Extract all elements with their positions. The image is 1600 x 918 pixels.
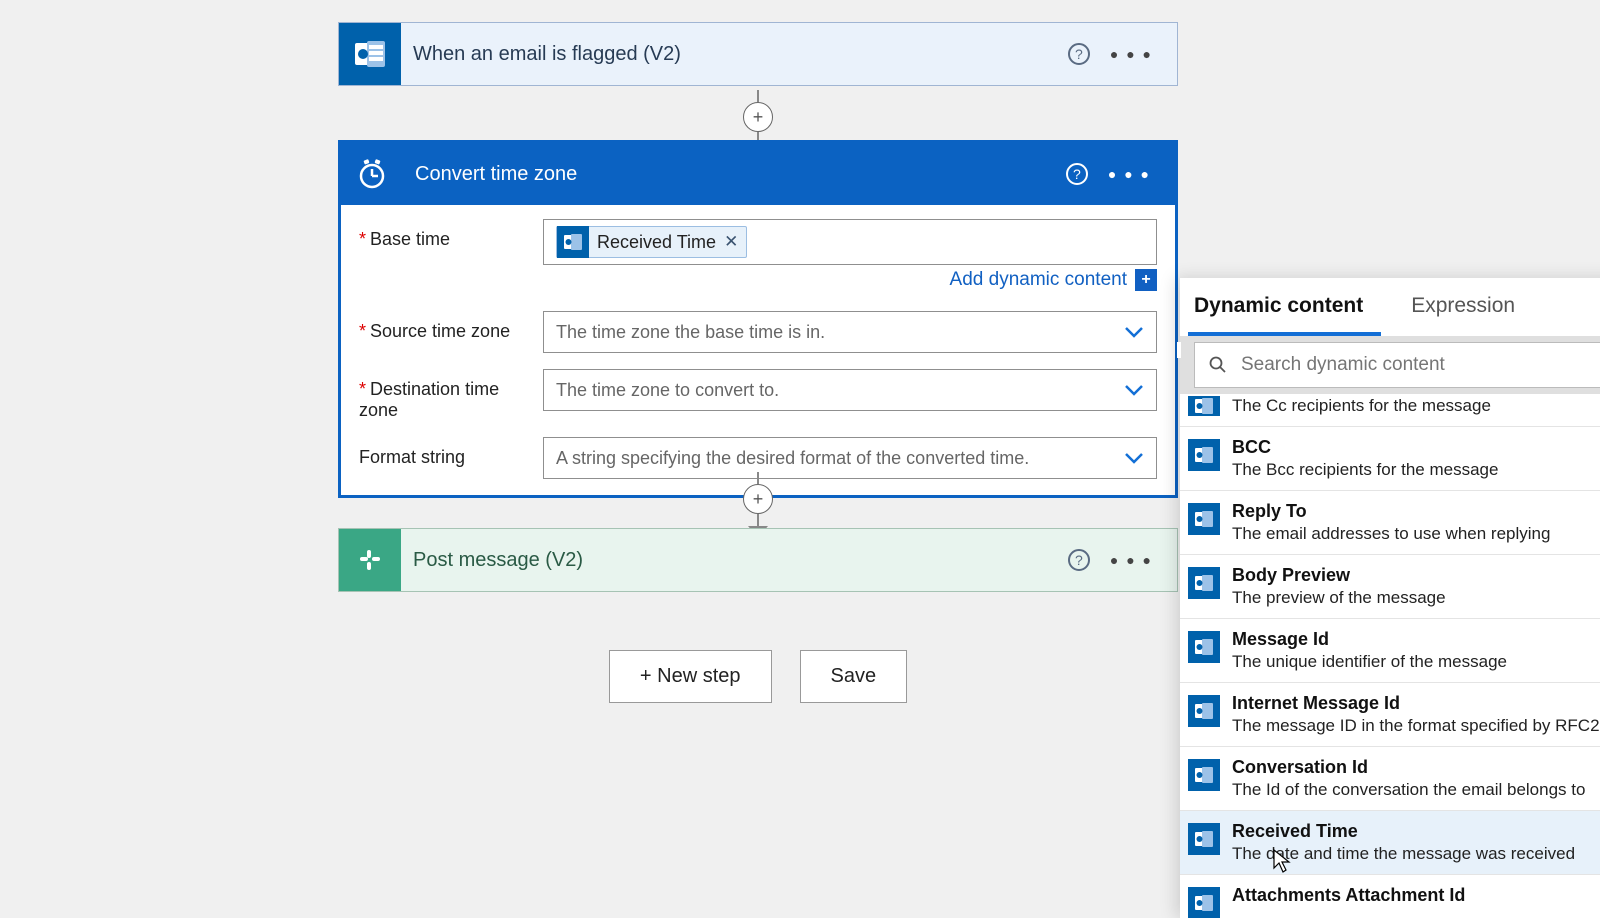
param-label-source-tz: *Source time zone — [359, 311, 543, 342]
tab-dynamic-content[interactable]: Dynamic content — [1188, 278, 1381, 336]
outlook-icon — [1188, 695, 1220, 727]
convert-title: Convert time zone — [403, 163, 1066, 186]
save-button[interactable]: Save — [800, 650, 908, 703]
dc-item[interactable]: Reply ToThe email addresses to use when … — [1180, 491, 1600, 555]
dc-item-desc: The date and time the message was receiv… — [1232, 844, 1600, 864]
help-icon[interactable]: ? — [1068, 549, 1090, 571]
format-string-select[interactable]: A string specifying the desired format o… — [543, 437, 1157, 479]
add-step-icon[interactable]: + — [743, 102, 773, 132]
remove-token-icon[interactable]: ✕ — [724, 232, 738, 252]
add-dynamic-content-link[interactable]: Add dynamic content + — [950, 269, 1157, 291]
add-dynamic-content-icon[interactable]: + — [1135, 269, 1157, 291]
outlook-icon — [339, 23, 401, 85]
dc-item[interactable]: Internet Message IdThe message ID in the… — [1180, 683, 1600, 747]
dynamic-token-received-time[interactable]: Received Time ✕ — [556, 226, 747, 258]
dc-item-desc: The unique identifier of the message — [1232, 652, 1600, 672]
dc-item-name: Internet Message Id — [1232, 693, 1600, 714]
search-input[interactable] — [1241, 354, 1600, 376]
post-title: Post message (V2) — [401, 549, 1068, 572]
outlook-icon — [1188, 439, 1220, 471]
param-label-base-time: *Base time — [359, 219, 543, 250]
param-label-format: Format string — [359, 437, 543, 468]
dynamic-content-list: CCThe Cc recipients for the messageBCCTh… — [1180, 394, 1600, 918]
new-step-button[interactable]: + New step — [609, 650, 772, 703]
dc-item-desc: The message ID in the format specified b… — [1232, 716, 1600, 736]
outlook-icon — [1188, 887, 1220, 918]
outlook-icon — [1188, 567, 1220, 599]
dc-item-name: Received Time — [1232, 821, 1600, 842]
outlook-icon — [1188, 759, 1220, 791]
dc-item-name: Reply To — [1232, 501, 1600, 522]
help-icon[interactable]: ? — [1066, 163, 1088, 185]
chevron-down-icon — [1124, 384, 1144, 396]
outlook-icon — [557, 226, 589, 258]
dc-item[interactable]: Conversation IdThe Id of the conversatio… — [1180, 747, 1600, 811]
more-icon[interactable]: ● ● ● — [1110, 46, 1153, 62]
outlook-icon — [1188, 631, 1220, 663]
outlook-icon — [1188, 396, 1220, 416]
dc-item-name: Conversation Id — [1232, 757, 1600, 778]
dc-item-name: Attachments Attachment Id — [1232, 885, 1600, 906]
trigger-step[interactable]: When an email is flagged (V2) ? ● ● ● — [338, 22, 1178, 86]
dc-item-name: Message Id — [1232, 629, 1600, 650]
dc-item[interactable]: Received TimeThe date and time the messa… — [1180, 811, 1600, 875]
dc-item-desc: The preview of the message — [1232, 588, 1600, 608]
dynamic-content-panel: Dynamic content Expression CCThe Cc reci… — [1180, 278, 1600, 918]
dc-item-desc: The Bcc recipients for the message — [1232, 460, 1600, 480]
post-message-step[interactable]: Post message (V2) ? ● ● ● — [338, 528, 1178, 592]
chevron-down-icon — [1124, 452, 1144, 464]
dc-item-name: BCC — [1232, 437, 1600, 458]
tab-expression[interactable]: Expression — [1405, 278, 1533, 336]
search-icon — [1209, 356, 1227, 374]
slack-icon — [339, 529, 401, 591]
dc-item-desc: The Id of the conversation the email bel… — [1232, 780, 1600, 800]
more-icon[interactable]: ● ● ● — [1108, 166, 1151, 182]
dc-item[interactable]: Message IdThe unique identifier of the m… — [1180, 619, 1600, 683]
clock-icon — [341, 143, 403, 205]
dc-item[interactable]: Attachments Attachment Id — [1180, 875, 1600, 918]
dc-item-name: Body Preview — [1232, 565, 1600, 586]
outlook-icon — [1188, 823, 1220, 855]
more-icon[interactable]: ● ● ● — [1110, 552, 1153, 568]
trigger-title: When an email is flagged (V2) — [401, 43, 1068, 66]
dest-tz-select[interactable]: The time zone to convert to. — [543, 369, 1157, 411]
outlook-icon — [1188, 503, 1220, 535]
base-time-field[interactable]: Received Time ✕ — [543, 219, 1157, 265]
param-label-dest-tz: *Destination time zone — [359, 369, 543, 421]
dc-item[interactable]: Body PreviewThe preview of the message — [1180, 555, 1600, 619]
convert-time-zone-step[interactable]: Convert time zone ? ● ● ● *Base time Rec… — [338, 140, 1178, 498]
dc-item-desc: The Cc recipients for the message — [1232, 396, 1600, 416]
search-dynamic-content[interactable] — [1194, 342, 1600, 388]
help-icon[interactable]: ? — [1068, 43, 1090, 65]
add-step-icon[interactable]: + — [743, 484, 773, 514]
dc-item-desc: The email addresses to use when replying — [1232, 524, 1600, 544]
dc-item[interactable]: CCThe Cc recipients for the message — [1180, 394, 1600, 427]
chevron-down-icon — [1124, 326, 1144, 338]
source-tz-select[interactable]: The time zone the base time is in. — [543, 311, 1157, 353]
dc-item[interactable]: BCCThe Bcc recipients for the message — [1180, 427, 1600, 491]
